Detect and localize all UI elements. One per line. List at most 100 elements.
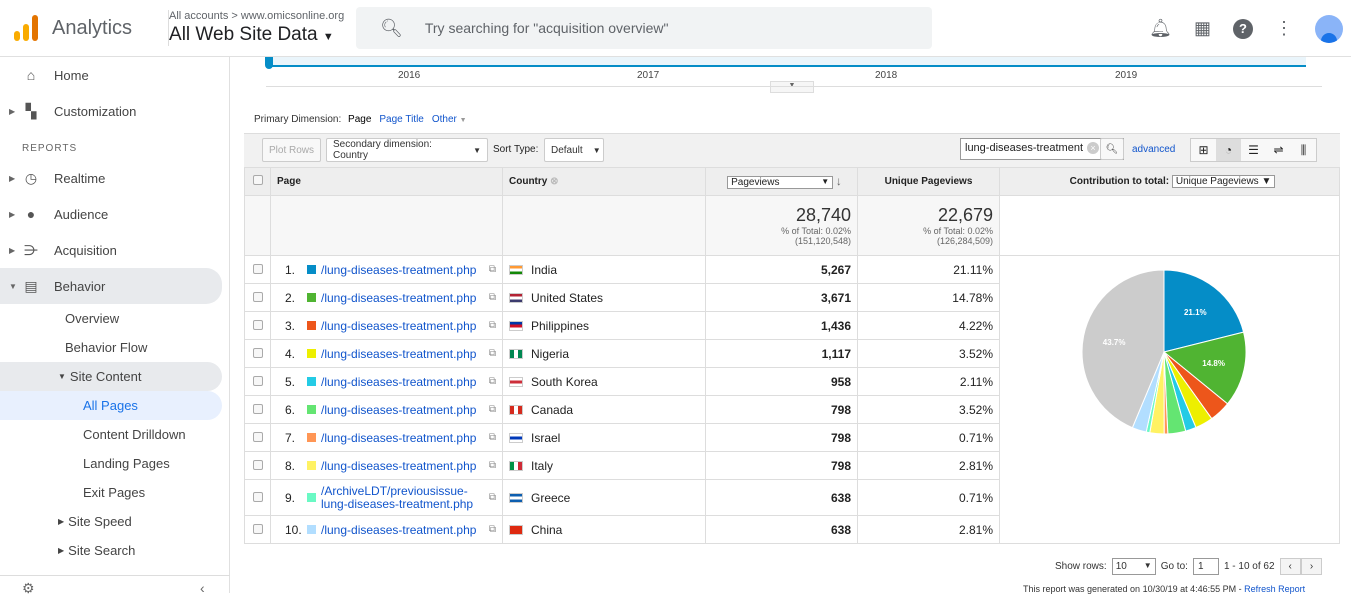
bell-icon[interactable]: 🔔︎ — [1149, 18, 1172, 39]
table-toolbar: Plot Rows Secondary dimension: Country ▼ … — [244, 133, 1340, 167]
row-checkbox[interactable] — [244, 395, 271, 424]
data-view-icon[interactable]: ⊞ — [1191, 139, 1216, 161]
help-icon[interactable]: ? — [1233, 18, 1253, 39]
secondary-dimension-select[interactable]: Secondary dimension: Country ▼ — [326, 138, 488, 162]
page-link[interactable]: /lung-diseases-treatment.php — [321, 263, 489, 277]
open-external-icon[interactable]: ⧉ — [489, 492, 496, 503]
column-unique-pageviews[interactable]: Unique Pageviews — [857, 167, 1000, 196]
comparison-view-icon[interactable]: ⇌ — [1266, 139, 1291, 161]
row-checkbox[interactable] — [244, 367, 271, 396]
open-external-icon[interactable]: ⧉ — [489, 320, 496, 331]
sidebar-item-site-search[interactable]: ▶ Site Search — [0, 536, 229, 565]
row-checkbox[interactable] — [244, 515, 271, 544]
country-link[interactable]: United States — [531, 291, 603, 305]
filter-search-button[interactable]: 🔍︎ — [1100, 138, 1124, 160]
sidebar-item-customization[interactable]: ▶ ▚ Customization — [0, 93, 229, 129]
dimension-other[interactable]: Other ▼ — [432, 114, 467, 125]
avatar[interactable] — [1315, 14, 1343, 43]
sidebar-item-overview[interactable]: Overview — [0, 304, 229, 333]
expand-chart-handle[interactable]: ▼ — [770, 81, 814, 93]
dimension-page[interactable]: Page — [348, 114, 371, 125]
pivot-view-icon[interactable]: ⫼ — [1291, 139, 1316, 161]
settings-icon[interactable]: ⚙ — [22, 580, 35, 597]
label: Exit Pages — [83, 485, 146, 500]
sidebar-item-realtime[interactable]: ▶ ◷ Realtime — [0, 160, 229, 196]
sidebar-item-behavior[interactable]: ▼ ▤ Behavior — [0, 268, 222, 304]
open-external-icon[interactable]: ⧉ — [489, 460, 496, 471]
sort-desc-icon[interactable]: ↓ — [836, 174, 842, 188]
sidebar-item-audience[interactable]: ▶ ● Audience — [0, 196, 229, 232]
page-link[interactable]: /lung-diseases-treatment.php — [321, 375, 489, 389]
row-checkbox[interactable] — [244, 451, 271, 480]
row-checkbox[interactable] — [244, 423, 271, 452]
column-country[interactable]: Country ⊗ — [502, 167, 706, 196]
page-link[interactable]: /lung-diseases-treatment.php — [321, 347, 489, 361]
country-link[interactable]: Italy — [531, 459, 553, 473]
row-checkbox[interactable] — [244, 255, 271, 284]
prev-page-button[interactable]: ‹ — [1279, 558, 1301, 575]
row-checkbox[interactable] — [244, 339, 271, 368]
column-pageviews[interactable]: Pageviews ▼ ↓ — [705, 167, 858, 196]
apps-grid-icon[interactable]: ▦ — [1194, 18, 1211, 39]
row-checkbox[interactable] — [244, 283, 271, 312]
account-selector[interactable]: All accounts > www.omicsonline.org All W… — [168, 10, 344, 46]
column-page[interactable]: Page — [270, 167, 503, 196]
plot-rows-button[interactable]: Plot Rows — [262, 138, 322, 162]
contribution-metric-select[interactable]: Unique Pageviews ▼ — [1171, 175, 1276, 188]
label: Audience — [54, 206, 109, 222]
flag-icon — [509, 492, 523, 503]
more-vert-icon[interactable]: ⋮ — [1275, 18, 1293, 39]
advanced-filter-link[interactable]: advanced — [1132, 144, 1175, 155]
page-link[interactable]: /lung-diseases-treatment.php — [321, 403, 489, 417]
goto-input[interactable]: 1 — [1192, 558, 1219, 575]
sort-type-select[interactable]: Default ▼ — [544, 138, 604, 162]
country-link[interactable]: Greece — [531, 491, 570, 505]
country-link[interactable]: South Korea — [531, 375, 598, 389]
page-link[interactable]: /lung-diseases-treatment.php — [321, 431, 489, 445]
country-link[interactable]: India — [531, 263, 557, 277]
metric-select[interactable]: Pageviews ▼ — [727, 176, 834, 189]
page-link[interactable]: /ArchiveLDT/previousissue-lung-diseases-… — [321, 484, 489, 511]
performance-view-icon[interactable]: ☰ — [1241, 139, 1266, 161]
open-external-icon[interactable]: ⧉ — [489, 432, 496, 443]
series-swatch — [307, 377, 316, 386]
sidebar-item-site-content[interactable]: ▼ Site Content — [0, 362, 222, 391]
sidebar-item-acquisition[interactable]: ▶ ⋺ Acquisition — [0, 232, 229, 268]
sidebar-item-content-drilldown[interactable]: Content Drilldown — [0, 420, 229, 449]
sidebar-item-all-pages[interactable]: All Pages — [0, 391, 222, 420]
country-link[interactable]: Canada — [531, 403, 573, 417]
sidebar-item-home[interactable]: ⌂ Home — [0, 57, 229, 93]
country-link[interactable]: Israel — [531, 431, 560, 445]
sidebar-item-site-speed[interactable]: ▶ Site Speed — [0, 507, 229, 536]
sidebar-item-landing-pages[interactable]: Landing Pages — [0, 449, 229, 478]
page-link[interactable]: /lung-diseases-treatment.php — [321, 291, 489, 305]
open-external-icon[interactable]: ⧉ — [489, 264, 496, 275]
page-link[interactable]: /lung-diseases-treatment.php — [321, 523, 489, 537]
row-checkbox[interactable] — [244, 311, 271, 340]
unique-pct-value: 4.22% — [857, 311, 1000, 340]
dimension-page-title[interactable]: Page Title — [379, 114, 423, 125]
page-link[interactable]: /lung-diseases-treatment.php — [321, 459, 489, 473]
open-external-icon[interactable]: ⧉ — [489, 404, 496, 415]
collapse-icon[interactable]: ‹ — [200, 580, 205, 596]
country-link[interactable]: Nigeria — [531, 347, 569, 361]
select-all-checkbox[interactable] — [244, 167, 271, 196]
open-external-icon[interactable]: ⧉ — [489, 292, 496, 303]
page-link[interactable]: /lung-diseases-treatment.php — [321, 319, 489, 333]
show-rows-select[interactable]: 10 ▼ — [1111, 558, 1156, 575]
sidebar-item-exit-pages[interactable]: Exit Pages — [0, 478, 229, 507]
remove-dimension-icon[interactable]: ⊗ — [550, 176, 558, 187]
next-page-button[interactable]: › — [1300, 558, 1323, 575]
search-input[interactable]: 🔍︎ Try searching for "acquisition overvie… — [356, 7, 932, 49]
sidebar-item-behavior-flow[interactable]: Behavior Flow — [0, 333, 229, 362]
country-link[interactable]: China — [531, 523, 562, 537]
pageviews-value: 3,671 — [705, 283, 858, 312]
clear-filter-icon[interactable]: × — [1087, 142, 1099, 154]
open-external-icon[interactable]: ⧉ — [489, 348, 496, 359]
open-external-icon[interactable]: ⧉ — [489, 376, 496, 387]
country-link[interactable]: Philippines — [531, 319, 589, 333]
percentage-view-icon[interactable]: ◔ — [1216, 139, 1241, 161]
pagination: Show rows: 10 ▼ Go to: 1 1 - 10 of 62 ‹ › — [1055, 558, 1323, 575]
open-external-icon[interactable]: ⧉ — [489, 524, 496, 535]
row-checkbox[interactable] — [244, 479, 271, 516]
